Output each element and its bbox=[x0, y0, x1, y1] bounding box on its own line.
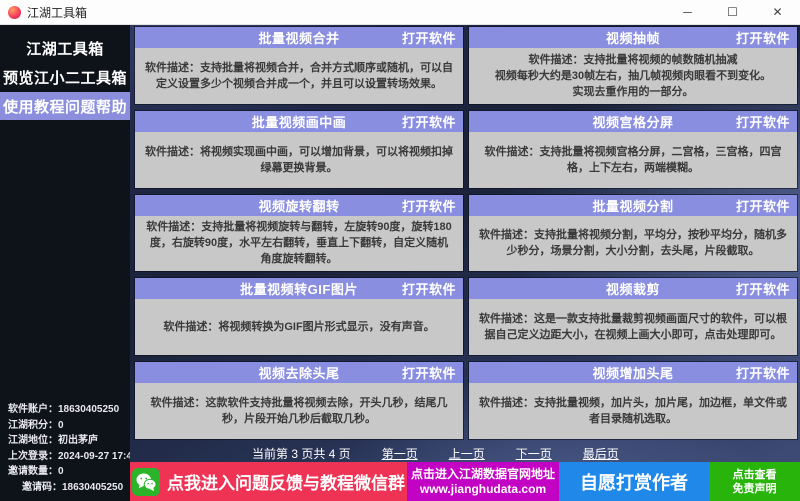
card-description: 软件描述：这是一款支持批量裁剪视频画面尺寸的软件，可以根据自己定义边距大小，在视… bbox=[469, 299, 797, 355]
card-description: 软件描述：支持批量将视频宫格分屏，二宫格，三宫格，四宫格，上下左右，两端模糊。 bbox=[469, 132, 797, 188]
prev-page-link[interactable]: 上一页 bbox=[449, 445, 485, 462]
card-header: 批量视频分割 打开软件 bbox=[469, 195, 797, 216]
first-page-link[interactable]: 第一页 bbox=[382, 445, 418, 462]
sidebar-item-toolbox[interactable]: 江湖工具箱 bbox=[0, 34, 130, 62]
donate-author-button[interactable]: 自愿打赏作者 bbox=[559, 462, 709, 501]
tool-card-video-to-gif: 批量视频转GIF图片 打开软件 软件描述：将视频转换为GIF图片形式显示，没有声… bbox=[135, 278, 463, 355]
last-page-link[interactable]: 最后页 bbox=[583, 445, 619, 462]
card-header: 视频宫格分屏 打开软件 bbox=[469, 111, 797, 132]
card-title: 批量视频画中画 bbox=[252, 112, 347, 131]
wechat-group-label: 点我进入问题反馈与教程微信群 bbox=[167, 469, 405, 494]
card-header: 批量视频画中画 打开软件 bbox=[135, 111, 463, 132]
main-area: 批量视频合并 打开软件 软件描述：支持批量将视频合并，合并方式顺序或随机，可以自… bbox=[130, 25, 800, 501]
card-description: 软件描述：将视频转换为GIF图片形式显示，没有声音。 bbox=[135, 299, 463, 355]
title-bar: 江湖工具箱 ─ ☐ ✕ bbox=[0, 0, 800, 25]
page-status: 当前第 3 页共 4 页 bbox=[252, 445, 351, 462]
account-id: 软件账户：18630405250 bbox=[8, 402, 130, 418]
window-body: 江湖工具箱 预览江小二工具箱 使用教程问题帮助 软件账户：18630405250… bbox=[0, 25, 800, 501]
account-invite-code: 邀请码：18630405250 bbox=[8, 480, 130, 496]
website-label-line1: 点击进入江湖数据官网地址 bbox=[411, 467, 555, 482]
card-title: 视频增加头尾 bbox=[592, 363, 673, 382]
tool-card-video-crop: 视频裁剪 打开软件 软件描述：这是一款支持批量裁剪视频画面尺寸的软件，可以根据自… bbox=[469, 278, 797, 355]
tool-card-batch-split: 批量视频分割 打开软件 软件描述：支持批量将视频分割，平均分，按秒平均分，随机多… bbox=[469, 195, 797, 272]
wechat-icon bbox=[132, 468, 160, 496]
sidebar-item-tutorial-help[interactable]: 使用教程问题帮助 bbox=[0, 92, 130, 120]
card-description: 软件描述：支持批量将视频旋转与翻转，左旋转90度，旋转180度，右旋转90度，水… bbox=[135, 216, 463, 272]
website-url: www.jianghudata.com bbox=[420, 482, 546, 497]
card-header: 视频增加头尾 打开软件 bbox=[469, 362, 797, 383]
tool-card-trim-head-tail: 视频去除头尾 打开软件 软件描述：这款软件支持批量将视频去除，开头几秒，结尾几秒… bbox=[135, 362, 463, 439]
window-title: 江湖工具箱 bbox=[27, 4, 665, 21]
sidebar: 江湖工具箱 预览江小二工具箱 使用教程问题帮助 软件账户：18630405250… bbox=[0, 25, 130, 501]
maximize-button[interactable]: ☐ bbox=[710, 0, 755, 24]
sidebar-item-preview-toolbox[interactable]: 预览江小二工具箱 bbox=[0, 63, 130, 91]
tool-card-frame-extract: 视频抽帧 打开软件 软件描述：支持批量将视频的帧数随机抽减 视频每秒大约是30帧… bbox=[469, 27, 797, 104]
card-title: 视频裁剪 bbox=[606, 279, 660, 298]
footer-bar: 点我进入问题反馈与教程微信群 点击进入江湖数据官网地址 www.jianghud… bbox=[130, 462, 800, 501]
close-button[interactable]: ✕ bbox=[755, 0, 800, 24]
next-page-link[interactable]: 下一页 bbox=[516, 445, 552, 462]
open-software-button[interactable]: 打开软件 bbox=[736, 278, 790, 299]
card-description: 软件描述：支持批量将视频合并，合并方式顺序或随机，可以自定义设置多少个视频合并成… bbox=[135, 48, 463, 104]
card-description: 软件描述：将视频实现画中画，可以增加背景，可以将视频扣掉绿幕更换背景。 bbox=[135, 132, 463, 188]
card-title: 视频宫格分屏 bbox=[592, 112, 673, 131]
card-header: 视频裁剪 打开软件 bbox=[469, 278, 797, 299]
card-title: 批量视频分割 bbox=[592, 196, 673, 215]
open-software-button[interactable]: 打开软件 bbox=[402, 195, 456, 216]
card-header: 视频去除头尾 打开软件 bbox=[135, 362, 463, 383]
account-rank: 江湖地位：初出茅庐 bbox=[8, 433, 130, 449]
card-title: 视频旋转翻转 bbox=[258, 196, 339, 215]
account-invite-count: 邀请数量：0 bbox=[8, 464, 130, 480]
card-description: 软件描述：支持批量将视频的帧数随机抽减 视频每秒大约是30帧左右，抽几帧视频肉眼… bbox=[469, 48, 797, 104]
app-logo-icon bbox=[8, 6, 21, 19]
donate-label: 自愿打赏作者 bbox=[580, 469, 688, 495]
disclaimer-label-line2: 免责声明 bbox=[733, 482, 777, 496]
tool-card-rotate-flip: 视频旋转翻转 打开软件 软件描述：支持批量将视频旋转与翻转，左旋转90度，旋转1… bbox=[135, 195, 463, 272]
card-header: 视频旋转翻转 打开软件 bbox=[135, 195, 463, 216]
card-title: 视频抽帧 bbox=[606, 28, 660, 47]
tool-card-picture-in-picture: 批量视频画中画 打开软件 软件描述：将视频实现画中画，可以增加背景，可以将视频扣… bbox=[135, 111, 463, 188]
wechat-group-button[interactable]: 点我进入问题反馈与教程微信群 bbox=[130, 462, 407, 501]
open-software-button[interactable]: 打开软件 bbox=[736, 111, 790, 132]
card-header: 批量视频转GIF图片 打开软件 bbox=[135, 278, 463, 299]
official-website-button[interactable]: 点击进入江湖数据官网地址 www.jianghudata.com bbox=[407, 462, 559, 501]
account-points: 江湖积分：0 bbox=[8, 418, 130, 434]
tool-card-grid: 批量视频合并 打开软件 软件描述：支持批量将视频合并，合并方式顺序或随机，可以自… bbox=[130, 25, 800, 444]
tool-card-add-head-tail: 视频增加头尾 打开软件 软件描述：支持批量视频，加片头，加片尾，加边框，单文件或… bbox=[469, 362, 797, 439]
open-software-button[interactable]: 打开软件 bbox=[736, 27, 790, 48]
pagination: 当前第 3 页共 4 页 第一页 上一页 下一页 最后页 bbox=[130, 444, 800, 462]
window-controls: ─ ☐ ✕ bbox=[665, 0, 800, 24]
account-last-login: 上次登录：2024-09-27 17:49:29 bbox=[8, 449, 130, 465]
tool-card-grid-splitscreen: 视频宫格分屏 打开软件 软件描述：支持批量将视频宫格分屏，二宫格，三宫格，四宫格… bbox=[469, 111, 797, 188]
card-description: 软件描述：这款软件支持批量将视频去除，开头几秒，结尾几秒，片段开始几秒后截取几秒… bbox=[135, 383, 463, 439]
open-software-button[interactable]: 打开软件 bbox=[736, 195, 790, 216]
open-software-button[interactable]: 打开软件 bbox=[402, 362, 456, 383]
card-description: 软件描述：支持批量视频，加片头，加片尾，加边框，单文件或者目录随机选取。 bbox=[469, 383, 797, 439]
account-info: 软件账户：18630405250 江湖积分：0 江湖地位：初出茅庐 上次登录：2… bbox=[0, 402, 130, 501]
open-software-button[interactable]: 打开软件 bbox=[402, 111, 456, 132]
card-header: 视频抽帧 打开软件 bbox=[469, 27, 797, 48]
disclaimer-label-line1: 点击查看 bbox=[733, 468, 777, 482]
card-title: 视频去除头尾 bbox=[258, 363, 339, 382]
card-header: 批量视频合并 打开软件 bbox=[135, 27, 463, 48]
minimize-button[interactable]: ─ bbox=[665, 0, 710, 24]
card-title: 批量视频合并 bbox=[258, 28, 339, 47]
disclaimer-button[interactable]: 点击查看 免责声明 bbox=[709, 462, 800, 501]
tool-card-batch-merge: 批量视频合并 打开软件 软件描述：支持批量将视频合并，合并方式顺序或随机，可以自… bbox=[135, 27, 463, 104]
open-software-button[interactable]: 打开软件 bbox=[402, 27, 456, 48]
card-description: 软件描述：支持批量将视频分割，平均分，按秒平均分，随机多少秒分，场景分割，大小分… bbox=[469, 216, 797, 272]
open-software-button[interactable]: 打开软件 bbox=[736, 362, 790, 383]
card-title: 批量视频转GIF图片 bbox=[240, 279, 358, 298]
sidebar-nav: 江湖工具箱 预览江小二工具箱 使用教程问题帮助 bbox=[0, 25, 130, 121]
open-software-button[interactable]: 打开软件 bbox=[402, 278, 456, 299]
